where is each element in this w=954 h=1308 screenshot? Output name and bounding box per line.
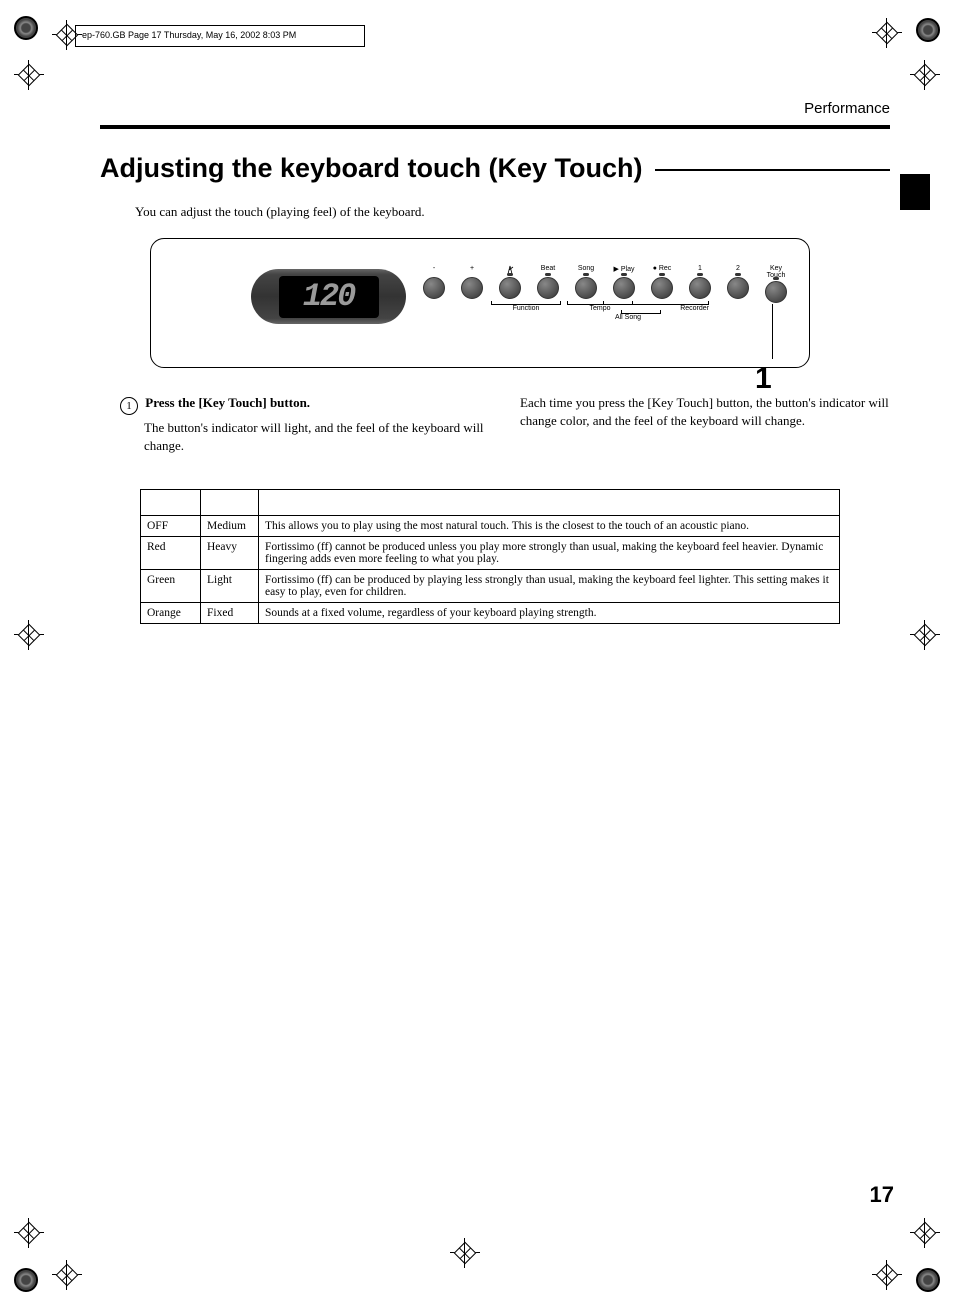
title-rule xyxy=(655,169,890,171)
track1-button xyxy=(689,277,711,299)
minus-label: - xyxy=(433,265,435,275)
function-bracket: Function xyxy=(491,305,561,312)
plus-button xyxy=(461,277,483,299)
table-header xyxy=(201,489,259,515)
section-rule xyxy=(100,125,890,129)
cell-description: Fortissimo (ff) can be produced by playi… xyxy=(259,569,840,602)
cell-setting: Light xyxy=(201,569,259,602)
cell-setting: Heavy xyxy=(201,536,259,569)
step-body: The button's indicator will light, and t… xyxy=(144,419,490,454)
cell-description: Fortissimo (ff) cannot be produced unles… xyxy=(259,536,840,569)
rec-button xyxy=(651,277,673,299)
table-header xyxy=(141,489,201,515)
intro-text: You can adjust the touch (playing feel) … xyxy=(135,204,890,220)
key-touch-button xyxy=(765,281,787,303)
control-panel-diagram: 120 - + Beat Song ▶ Play ● Rec 1 2 KeyTo… xyxy=(150,238,810,368)
cell-indicator: Orange xyxy=(141,602,201,623)
settings-table: OFF Medium This allows you to play using… xyxy=(140,489,840,624)
table-row: Green Light Fortissimo (ff) can be produ… xyxy=(141,569,840,602)
cell-setting: Medium xyxy=(201,515,259,536)
all-song-bracket: All Song xyxy=(567,314,689,321)
callout-number: 1 xyxy=(755,362,772,396)
table-header xyxy=(259,489,840,515)
cell-indicator: Red xyxy=(141,536,201,569)
cell-description: Sounds at a fixed volume, regardless of … xyxy=(259,602,840,623)
page-title: Adjusting the keyboard touch (Key Touch) xyxy=(100,153,643,184)
song-button xyxy=(575,277,597,299)
cell-indicator: Green xyxy=(141,569,201,602)
minus-button xyxy=(423,277,445,299)
tempo-display: 120 xyxy=(251,269,406,324)
play-button xyxy=(613,277,635,299)
plus-label: + xyxy=(470,265,474,275)
display-value: 120 xyxy=(303,278,355,315)
metronome-button xyxy=(499,277,521,299)
step-heading: Press the [Key Touch] button. xyxy=(145,395,310,410)
recorder-bracket: Recorder xyxy=(603,305,709,312)
page-number: 17 xyxy=(870,1182,894,1208)
section-header: Performance xyxy=(100,100,890,117)
cell-description: This allows you to play using the most n… xyxy=(259,515,840,536)
step-number: 1 xyxy=(120,397,138,415)
callout-line xyxy=(772,304,773,359)
cell-indicator: OFF xyxy=(141,515,201,536)
table-row: OFF Medium This allows you to play using… xyxy=(141,515,840,536)
track2-button xyxy=(727,277,749,299)
beat-button xyxy=(537,277,559,299)
right-column-text: Each time you press the [Key Touch] butt… xyxy=(520,394,890,455)
cell-setting: Fixed xyxy=(201,602,259,623)
table-row: Red Heavy Fortissimo (ff) cannot be prod… xyxy=(141,536,840,569)
print-header: ep-760.GB Page 17 Thursday, May 16, 2002… xyxy=(75,25,365,47)
table-row: Orange Fixed Sounds at a fixed volume, r… xyxy=(141,602,840,623)
tab-marker xyxy=(900,174,930,210)
